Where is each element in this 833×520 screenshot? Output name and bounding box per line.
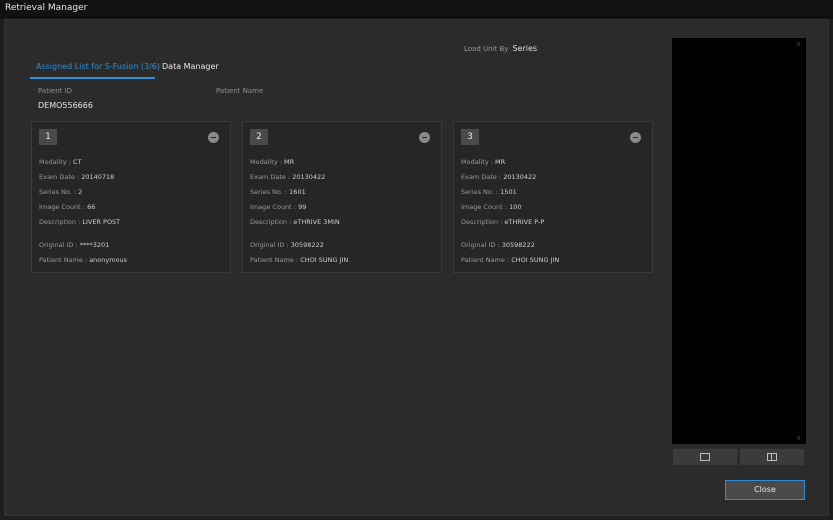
modality-label: Modality : bbox=[250, 158, 285, 166]
image-count-line: Image Count : 100 bbox=[461, 203, 521, 211]
patient-name-label: Patient Name : bbox=[39, 256, 90, 264]
series-no-label: Series No. : bbox=[461, 188, 501, 196]
description-line: Description : LIVER POST bbox=[39, 218, 120, 226]
series-no-line: Series No. : 1501 bbox=[461, 188, 517, 196]
image-count-value: 66 bbox=[87, 203, 96, 211]
modality-value: CT bbox=[73, 158, 82, 166]
image-count-line: Image Count : 66 bbox=[39, 203, 95, 211]
description-label: Description : bbox=[250, 218, 294, 226]
image-count-label: Image Count : bbox=[39, 203, 88, 211]
description-line: Description : eTHRIVE P-P bbox=[461, 218, 544, 226]
series-no-value: 2 bbox=[78, 188, 83, 196]
window-title: Retrieval Manager bbox=[5, 3, 88, 13]
original-id-value: 30598222 bbox=[290, 241, 324, 249]
series-card[interactable]: 1 Modality : CT Exam Date : 20140718 Ser… bbox=[31, 121, 231, 273]
load-unit-value[interactable]: Series bbox=[512, 44, 537, 53]
series-no-line: Series No. : 2 bbox=[39, 188, 82, 196]
scroll-up-icon[interactable]: ∧ bbox=[796, 40, 801, 48]
description-line: Description : eTHRIVE 3MIN bbox=[250, 218, 340, 226]
close-button[interactable]: Close bbox=[725, 480, 805, 500]
exam-date-value: 20130422 bbox=[292, 173, 326, 181]
patient-name-label: Patient Name bbox=[216, 87, 264, 95]
exam-date-label: Exam Date : bbox=[39, 173, 82, 181]
patient-name-line: Patient Name : CHOI SUNG JIN bbox=[250, 256, 348, 264]
series-no-label: Series No. : bbox=[39, 188, 79, 196]
exam-date-label: Exam Date : bbox=[461, 173, 504, 181]
remove-series-icon[interactable] bbox=[630, 132, 641, 143]
series-card[interactable]: 2 Modality : MR Exam Date : 20130422 Ser… bbox=[242, 121, 442, 273]
image-count-value: 99 bbox=[298, 203, 307, 211]
original-id-value: 30598222 bbox=[501, 241, 535, 249]
original-id-value: ****3201 bbox=[79, 241, 110, 249]
description-value: eTHRIVE P-P bbox=[504, 218, 545, 226]
series-no-value: 1601 bbox=[289, 188, 306, 196]
image-count-label: Image Count : bbox=[250, 203, 299, 211]
card-number-badge: 1 bbox=[39, 129, 57, 145]
series-card[interactable]: 3 Modality : MR Exam Date : 20130422 Ser… bbox=[453, 121, 653, 273]
image-count-label: Image Count : bbox=[461, 203, 510, 211]
description-label: Description : bbox=[461, 218, 505, 226]
split-layout-button[interactable] bbox=[740, 449, 804, 465]
patient-name-value: CHOI SUNG JIN bbox=[511, 256, 560, 264]
patient-name-value: anonymous bbox=[89, 256, 128, 264]
exam-date-value: 20140718 bbox=[81, 173, 115, 181]
image-preview-panel[interactable] bbox=[672, 38, 806, 444]
patient-name-label: Patient Name : bbox=[461, 256, 512, 264]
title-bar: Retrieval Manager bbox=[0, 0, 833, 19]
original-id-label: Original ID : bbox=[250, 241, 291, 249]
exam-date-value: 20130422 bbox=[503, 173, 537, 181]
modality-line: Modality : CT bbox=[39, 158, 82, 166]
split-panel-icon bbox=[767, 453, 777, 461]
load-unit-label: Load Unit By bbox=[464, 45, 509, 53]
original-id-line: Original ID : 30598222 bbox=[461, 241, 535, 249]
card-number-badge: 3 bbox=[461, 129, 479, 145]
exam-date-line: Exam Date : 20130422 bbox=[250, 173, 325, 181]
description-value: LIVER POST bbox=[82, 218, 121, 226]
remove-series-icon[interactable] bbox=[419, 132, 430, 143]
modality-value: MR bbox=[495, 158, 506, 166]
modality-value: MR bbox=[284, 158, 295, 166]
active-tab-indicator bbox=[30, 77, 155, 79]
card-number-badge: 2 bbox=[250, 129, 268, 145]
exam-date-label: Exam Date : bbox=[250, 173, 293, 181]
remove-series-icon[interactable] bbox=[208, 132, 219, 143]
tab-data-manager[interactable]: Data Manager bbox=[162, 62, 219, 71]
tab-assigned-list[interactable]: Assigned List for S-Fusion (3/6) bbox=[36, 62, 160, 71]
image-count-value: 100 bbox=[509, 203, 522, 211]
patient-name-line: Patient Name : anonymous bbox=[39, 256, 127, 264]
series-no-value: 1501 bbox=[500, 188, 517, 196]
modality-label: Modality : bbox=[461, 158, 496, 166]
scroll-down-icon[interactable]: ∨ bbox=[796, 434, 801, 442]
original-id-line: Original ID : 30598222 bbox=[250, 241, 324, 249]
series-no-line: Series No. : 1601 bbox=[250, 188, 306, 196]
patient-id-label: Patient ID bbox=[38, 87, 73, 95]
original-id-label: Original ID : bbox=[461, 241, 502, 249]
description-value: eTHRIVE 3MIN bbox=[293, 218, 340, 226]
exam-date-line: Exam Date : 20130422 bbox=[461, 173, 536, 181]
original-id-line: Original ID : ****3201 bbox=[39, 241, 109, 249]
patient-name-line: Patient Name : CHOI SUNG JIN bbox=[461, 256, 559, 264]
load-unit-selector[interactable]: Load Unit By Series bbox=[464, 44, 537, 53]
series-no-label: Series No. : bbox=[250, 188, 290, 196]
patient-name-label: Patient Name : bbox=[250, 256, 301, 264]
image-count-line: Image Count : 99 bbox=[250, 203, 306, 211]
modality-line: Modality : MR bbox=[250, 158, 294, 166]
patient-name-value: CHOI SUNG JIN bbox=[300, 256, 349, 264]
modality-line: Modality : MR bbox=[461, 158, 505, 166]
patient-id-value: DEMO556666 bbox=[38, 101, 93, 110]
single-panel-icon bbox=[700, 453, 710, 461]
description-label: Description : bbox=[39, 218, 83, 226]
exam-date-line: Exam Date : 20140718 bbox=[39, 173, 114, 181]
modality-label: Modality : bbox=[39, 158, 74, 166]
single-layout-button[interactable] bbox=[673, 449, 737, 465]
original-id-label: Original ID : bbox=[39, 241, 80, 249]
